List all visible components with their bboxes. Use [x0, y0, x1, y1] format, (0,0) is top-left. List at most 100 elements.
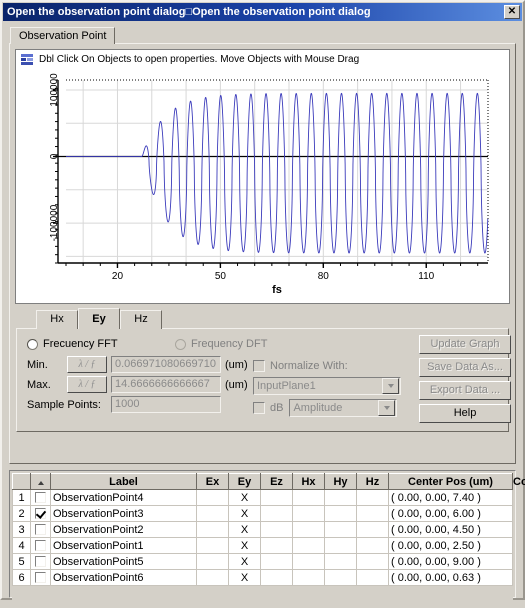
row-hz[interactable]: [356, 505, 389, 522]
row-ey[interactable]: X: [228, 521, 261, 538]
row-hx[interactable]: [292, 537, 325, 554]
row-center-pos[interactable]: ( 0.00, 0.00, 0.63 ): [388, 569, 513, 586]
row-select-cell[interactable]: [30, 505, 51, 522]
row-hx[interactable]: [292, 521, 325, 538]
row-hz[interactable]: [356, 537, 389, 554]
row-ez[interactable]: [260, 521, 293, 538]
export-data-button[interactable]: Export Data ...: [419, 381, 511, 400]
close-icon[interactable]: ✕: [504, 5, 520, 19]
row-ex[interactable]: [196, 489, 229, 506]
row-hy[interactable]: [324, 489, 357, 506]
row-center-pos[interactable]: ( 0.00, 0.00, 4.50 ): [388, 521, 513, 538]
row-hz[interactable]: [356, 569, 389, 586]
help-button[interactable]: Help: [419, 404, 511, 423]
save-data-as-button[interactable]: Save Data As...: [419, 358, 511, 377]
row-label[interactable]: ObservationPoint1: [50, 537, 197, 554]
row-hz[interactable]: [356, 521, 389, 538]
normalize-source-select[interactable]: InputPlane1: [253, 377, 401, 395]
row-select-cell[interactable]: [30, 553, 51, 570]
th-ez[interactable]: Ez: [260, 473, 293, 490]
table-row[interactable]: 2 ObservationPoint3 X ( 0.00, 0.00, 6.00 ): [12, 505, 513, 522]
chevron-down-icon[interactable]: [382, 378, 399, 394]
table-row[interactable]: 4 ObservationPoint1 X ( 0.00, 0.00, 2.50 ): [12, 537, 513, 554]
row-ez[interactable]: [260, 505, 293, 522]
row-hx[interactable]: [292, 553, 325, 570]
row-hx[interactable]: [292, 569, 325, 586]
row-hy[interactable]: [324, 553, 357, 570]
row-checkbox[interactable]: [35, 540, 46, 552]
row-ez[interactable]: [260, 537, 293, 554]
tab-observation-point[interactable]: Observation Point: [10, 27, 116, 44]
row-ez[interactable]: [260, 569, 293, 586]
th-hz[interactable]: Hz: [356, 473, 389, 490]
row-select-cell[interactable]: [30, 521, 51, 538]
row-label[interactable]: ObservationPoint6: [50, 569, 197, 586]
row-ez[interactable]: [260, 553, 293, 570]
row-hy[interactable]: [324, 537, 357, 554]
row-label[interactable]: ObservationPoint3: [50, 505, 197, 522]
row-label[interactable]: ObservationPoint4: [50, 489, 197, 506]
row-ey[interactable]: X: [228, 489, 261, 506]
row-ey[interactable]: X: [228, 537, 261, 554]
th-ey[interactable]: Ey: [228, 473, 261, 490]
th-ex[interactable]: Ex: [196, 473, 229, 490]
update-graph-button[interactable]: Update Graph: [419, 335, 511, 354]
row-hx[interactable]: [292, 489, 325, 506]
radio-frequency-dft[interactable]: Frequency DFT: [175, 335, 413, 353]
row-select-cell[interactable]: [30, 489, 51, 506]
chevron-down-icon-2[interactable]: [378, 400, 396, 416]
graph-panel[interactable]: Dbl Click On Objects to open properties.…: [15, 49, 510, 304]
min-input[interactable]: 0.066971080669710: [111, 356, 221, 373]
row-ex[interactable]: [196, 553, 229, 570]
normalize-with-row[interactable]: Normalize With:: [253, 357, 413, 374]
row-center-pos[interactable]: ( 0.00, 0.00, 2.50 ): [388, 537, 513, 554]
row-center-pos[interactable]: ( 0.00, 0.00, 7.40 ): [388, 489, 513, 506]
normalize-with-checkbox[interactable]: [253, 359, 265, 372]
th-center-pos[interactable]: Center Pos (um): [388, 473, 513, 490]
row-ex[interactable]: [196, 569, 229, 586]
row-hy[interactable]: [324, 521, 357, 538]
row-center-pos[interactable]: ( 0.00, 0.00, 6.00 ): [388, 505, 513, 522]
row-checkbox[interactable]: [35, 572, 46, 584]
th-hy[interactable]: Hy: [324, 473, 357, 490]
row-ey[interactable]: X: [228, 505, 261, 522]
row-ey[interactable]: X: [228, 569, 261, 586]
max-lambda-freq-button[interactable]: λ / ƒ: [67, 376, 107, 393]
sample-points-input[interactable]: 1000: [111, 396, 221, 413]
db-checkbox[interactable]: [253, 402, 265, 414]
row-ez[interactable]: [260, 489, 293, 506]
row-hy[interactable]: [324, 505, 357, 522]
tab-ey[interactable]: Ey: [78, 308, 120, 329]
table-row[interactable]: 6 ObservationPoint6 X ( 0.00, 0.00, 0.63 ): [12, 569, 513, 586]
row-ex[interactable]: [196, 521, 229, 538]
th-select[interactable]: [30, 473, 51, 490]
row-hz[interactable]: [356, 489, 389, 506]
row-label[interactable]: ObservationPoint2: [50, 521, 197, 538]
row-ex[interactable]: [196, 537, 229, 554]
row-checkbox[interactable]: [35, 508, 46, 520]
row-label[interactable]: ObservationPoint5: [50, 553, 197, 570]
table-row[interactable]: 3 ObservationPoint2 X ( 0.00, 0.00, 4.50 ): [12, 521, 513, 538]
graph-hint-text: Dbl Click On Objects to open properties.…: [39, 54, 360, 65]
plot-area[interactable]: 100000 0 -100000 20 50 80 110 fs: [16, 67, 509, 303]
amplitude-select[interactable]: Amplitude: [289, 399, 398, 417]
th-hx[interactable]: Hx: [292, 473, 325, 490]
th-label[interactable]: Label: [50, 473, 197, 490]
row-center-pos[interactable]: ( 0.00, 0.00, 9.00 ): [388, 553, 513, 570]
row-ey[interactable]: X: [228, 553, 261, 570]
row-hx[interactable]: [292, 505, 325, 522]
row-checkbox[interactable]: [35, 492, 46, 504]
row-hy[interactable]: [324, 569, 357, 586]
row-checkbox[interactable]: [35, 524, 46, 536]
row-ex[interactable]: [196, 505, 229, 522]
table-row[interactable]: 1 ObservationPoint4 X ( 0.00, 0.00, 7.40 ): [12, 489, 513, 506]
tab-hx[interactable]: Hx: [36, 310, 78, 329]
row-hz[interactable]: [356, 553, 389, 570]
min-lambda-freq-button[interactable]: λ / ƒ: [67, 356, 107, 373]
table-row[interactable]: 5 ObservationPoint5 X ( 0.00, 0.00, 9.00 ): [12, 553, 513, 570]
max-input[interactable]: 14.6666666666667: [111, 376, 221, 393]
row-checkbox[interactable]: [35, 556, 46, 568]
tab-hz[interactable]: Hz: [120, 310, 162, 329]
row-select-cell[interactable]: [30, 537, 51, 554]
row-select-cell[interactable]: [30, 569, 51, 586]
